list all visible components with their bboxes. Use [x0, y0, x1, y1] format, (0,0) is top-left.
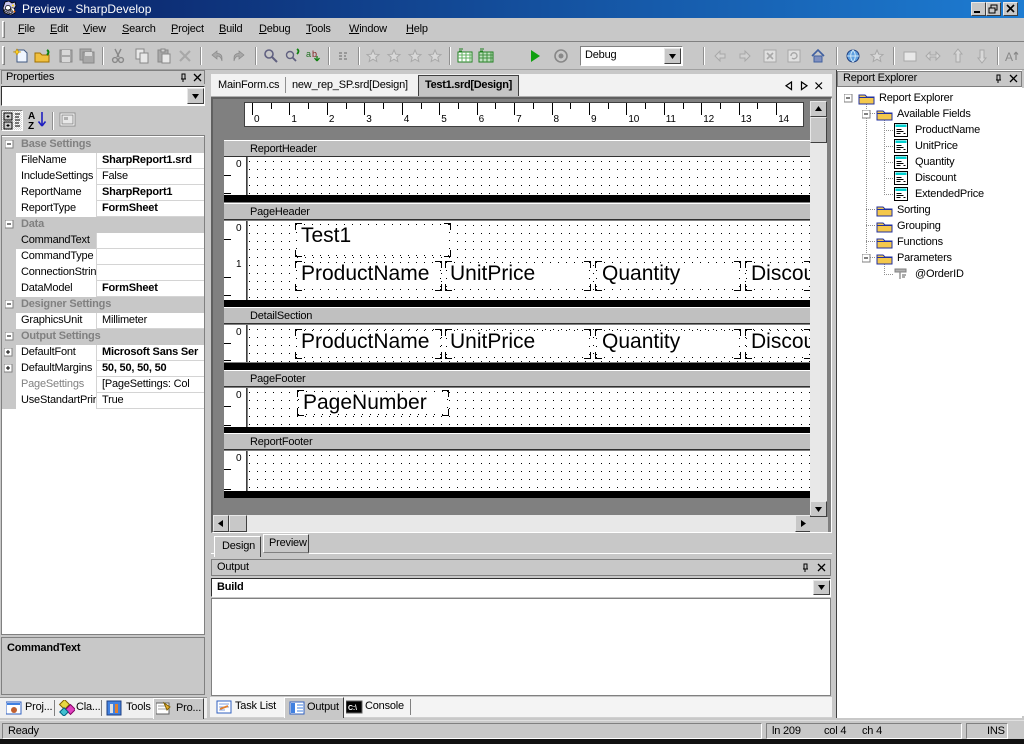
svg-text:A: A	[1005, 50, 1013, 64]
svg-text:Z: Z	[28, 121, 34, 130]
svg-text:SD: SD	[4, 9, 13, 16]
svg-text:a: a	[306, 49, 311, 59]
svg-text:C:\: C:\	[348, 705, 357, 712]
svg-text:b: b	[312, 49, 317, 59]
